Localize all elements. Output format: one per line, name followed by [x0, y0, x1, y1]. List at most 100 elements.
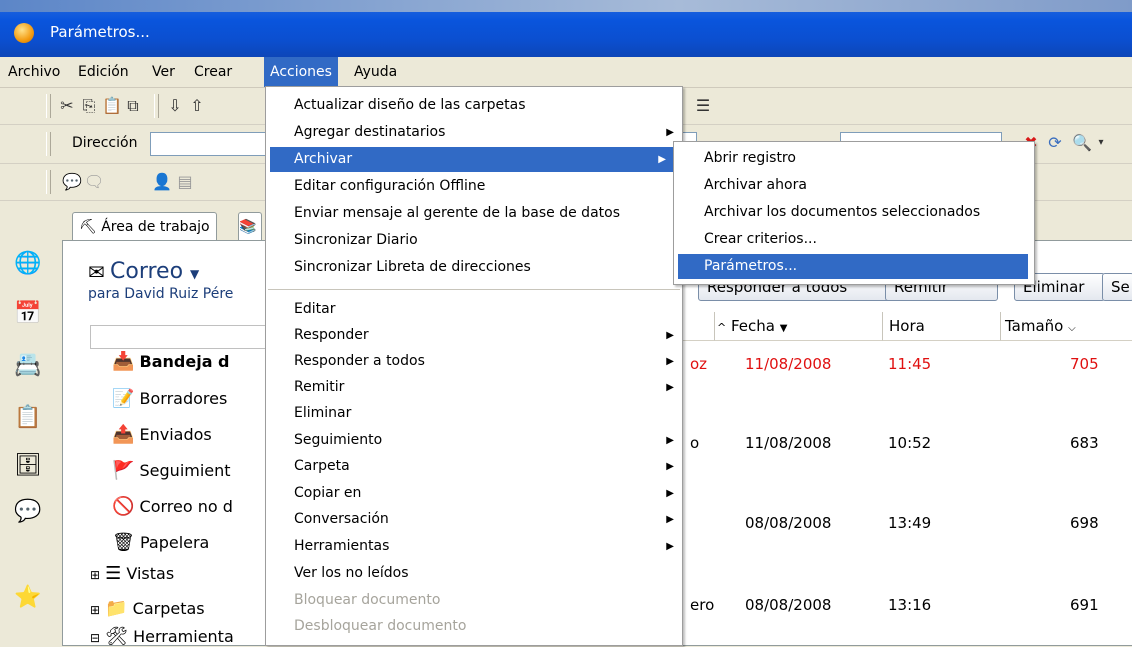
- menu-item-archivar-ahora[interactable]: Archivar ahora: [674, 173, 1032, 198]
- nav-search-box[interactable]: [90, 325, 268, 349]
- person-icon[interactable]: 👤: [152, 173, 172, 191]
- menu-item-eliminar[interactable]: Eliminar: [266, 401, 682, 426]
- menu-item-parametros[interactable]: Parámetros...: [678, 254, 1028, 279]
- menu-acciones[interactable]: Acciones: [264, 57, 338, 87]
- row-2-hora[interactable]: 10:52: [888, 434, 931, 452]
- column-fecha[interactable]: ^ Fecha ▼: [714, 312, 788, 341]
- menu-item-label: Archivar ahora: [704, 177, 807, 193]
- menu-item-conversacion[interactable]: Conversación ▶: [266, 507, 682, 532]
- database-bookmark-icon[interactable]: 🗄: [14, 452, 42, 480]
- row-1-hora[interactable]: 11:45: [888, 355, 931, 373]
- row-4-from[interactable]: ero: [690, 596, 714, 614]
- row-1-fecha[interactable]: 11/08/2008: [745, 355, 831, 373]
- menu-item-actualizar-diseno[interactable]: Actualizar diseño de las carpetas: [266, 93, 682, 118]
- menu-separator: [268, 289, 680, 290]
- drafts-icon: 📝: [112, 388, 135, 409]
- menu-item-sincronizar-diario[interactable]: Sincronizar Diario: [266, 228, 682, 253]
- mail-owner: para David Ruiz Pére: [88, 286, 234, 302]
- row-3-hora[interactable]: 13:49: [888, 514, 931, 532]
- menu-item-label: Herramientas: [294, 538, 390, 554]
- folder-junk[interactable]: 🚫 Correo no d: [112, 496, 233, 517]
- folder-label: Correo no d: [139, 497, 233, 516]
- tab-area-de-trabajo[interactable]: ⛏ Área de trabajo: [72, 212, 217, 241]
- document-icon[interactable]: ▤: [176, 173, 194, 191]
- chevron-down-icon[interactable]: ▾: [1092, 134, 1110, 152]
- sametime-bookmark-icon[interactable]: 💬: [14, 498, 42, 526]
- folder-label: Bandeja d: [139, 352, 230, 371]
- row-4-hora[interactable]: 13:16: [888, 596, 931, 614]
- folder-follow-up[interactable]: 🚩 Seguimient: [112, 460, 231, 481]
- menu-item-crear-criterios[interactable]: Crear criterios...: [674, 227, 1032, 252]
- menu-item-abrir-registro[interactable]: Abrir registro: [674, 146, 1032, 171]
- menu-item-copiar-en[interactable]: Copiar en ▶: [266, 481, 682, 506]
- chat-icon[interactable]: 💬: [62, 173, 82, 191]
- tab-library[interactable]: 📚: [238, 212, 262, 241]
- chat-group-icon[interactable]: 🗨: [84, 173, 104, 191]
- move-down-icon[interactable]: ⇩: [166, 97, 184, 115]
- paste-special-icon[interactable]: ⧉: [124, 97, 142, 115]
- contacts-bookmark-icon[interactable]: 📇: [14, 352, 42, 380]
- views-icon: ☰: [105, 563, 122, 584]
- view-list-icon[interactable]: ☰: [694, 97, 712, 115]
- menu-item-editar-config-offline[interactable]: Editar configuración Offline: [266, 174, 682, 199]
- menu-item-sincronizar-libreta[interactable]: Sincronizar Libreta de direcciones: [266, 255, 682, 280]
- menu-item-archivar-seleccionados[interactable]: Archivar los documentos seleccionados: [674, 200, 1032, 225]
- expand-icon: ⊞: [90, 603, 101, 617]
- menu-ver[interactable]: Ver: [146, 57, 181, 87]
- menu-ayuda[interactable]: Ayuda: [348, 57, 403, 87]
- row-2-tamano[interactable]: 683: [1070, 434, 1099, 452]
- toolbar-grip[interactable]: [46, 132, 51, 156]
- menu-item-responder-todos[interactable]: Responder a todos ▶: [266, 349, 682, 374]
- menu-item-responder[interactable]: Responder ▶: [266, 323, 682, 348]
- column-hora[interactable]: Hora: [882, 312, 925, 341]
- row-2-from[interactable]: o: [690, 434, 699, 452]
- calendar-bookmark-icon[interactable]: 📅: [14, 300, 42, 328]
- address-label: Dirección: [72, 135, 138, 151]
- menu-crear[interactable]: Crear: [188, 57, 238, 87]
- menu-archivo[interactable]: Archivo: [2, 57, 66, 87]
- row-4-fecha[interactable]: 08/08/2008: [745, 596, 831, 614]
- menu-item-agregar-destinatarios[interactable]: Agregar destinatarios ▶: [266, 120, 682, 145]
- menu-item-seguimiento[interactable]: Seguimiento ▶: [266, 428, 682, 453]
- menu-edicion[interactable]: Edición: [72, 57, 135, 87]
- menu-item-remitir[interactable]: Remitir ▶: [266, 375, 682, 400]
- favorites-bookmark-icon[interactable]: ⭐: [14, 584, 42, 612]
- menu-item-carpeta[interactable]: Carpeta ▶: [266, 454, 682, 479]
- row-4-tamano[interactable]: 691: [1070, 596, 1099, 614]
- row-2-fecha[interactable]: 11/08/2008: [745, 434, 831, 452]
- row-1-tamano[interactable]: 705: [1070, 355, 1099, 373]
- folder-drafts[interactable]: 📝 Borradores: [112, 388, 227, 409]
- cut-icon[interactable]: ✂: [58, 97, 76, 115]
- refresh-icon[interactable]: ⟳: [1046, 134, 1064, 152]
- move-up-icon[interactable]: ⇧: [188, 97, 206, 115]
- row-3-fecha[interactable]: 08/08/2008: [745, 514, 831, 532]
- menu-item-label: Eliminar: [294, 405, 352, 421]
- menu-item-label: Ver los no leídos: [294, 565, 409, 581]
- copy-icon[interactable]: ⎘: [80, 97, 98, 115]
- menu-item-label: Abrir registro: [704, 150, 796, 166]
- folder-folders[interactable]: ⊞ 📁 Carpetas: [90, 598, 205, 619]
- menu-item-editar[interactable]: Editar: [266, 297, 682, 322]
- folder-trash[interactable]: 🗑 Papelera: [112, 532, 209, 553]
- send-button[interactable]: Se: [1102, 273, 1132, 301]
- menu-item-ver-no-leidos[interactable]: Ver los no leídos: [266, 561, 682, 586]
- mail-title[interactable]: Correo ▼: [110, 259, 199, 284]
- toolbar-grip[interactable]: [46, 170, 51, 194]
- folder-inbox[interactable]: 📥 Bandeja d: [112, 351, 230, 372]
- workspace-bookmark-icon[interactable]: 🌐: [14, 250, 42, 278]
- row-3-tamano[interactable]: 698: [1070, 514, 1099, 532]
- menu-item-label: Parámetros...: [704, 258, 798, 274]
- menu-item-enviar-mensaje-gerente[interactable]: Enviar mensaje al gerente de la base de …: [266, 201, 682, 226]
- search-icon[interactable]: 🔍: [1072, 134, 1092, 152]
- menu-item-archivar[interactable]: Archivar ▶: [270, 147, 674, 172]
- collapse-icon: ⊟: [90, 631, 101, 645]
- submenu-arrow-icon: ▶: [666, 330, 674, 341]
- column-tamano[interactable]: Tamaño ⌵: [1000, 312, 1076, 341]
- folder-views[interactable]: ⊞ ☰ Vistas: [90, 563, 174, 584]
- toolbar-grip[interactable]: [46, 94, 51, 118]
- folder-sent[interactable]: 📤 Enviados: [112, 424, 212, 445]
- todo-bookmark-icon[interactable]: 📋: [14, 404, 42, 432]
- row-1-from[interactable]: oz: [690, 355, 707, 373]
- paste-icon[interactable]: 📋: [102, 97, 122, 115]
- menu-item-herramientas[interactable]: Herramientas ▶: [266, 534, 682, 559]
